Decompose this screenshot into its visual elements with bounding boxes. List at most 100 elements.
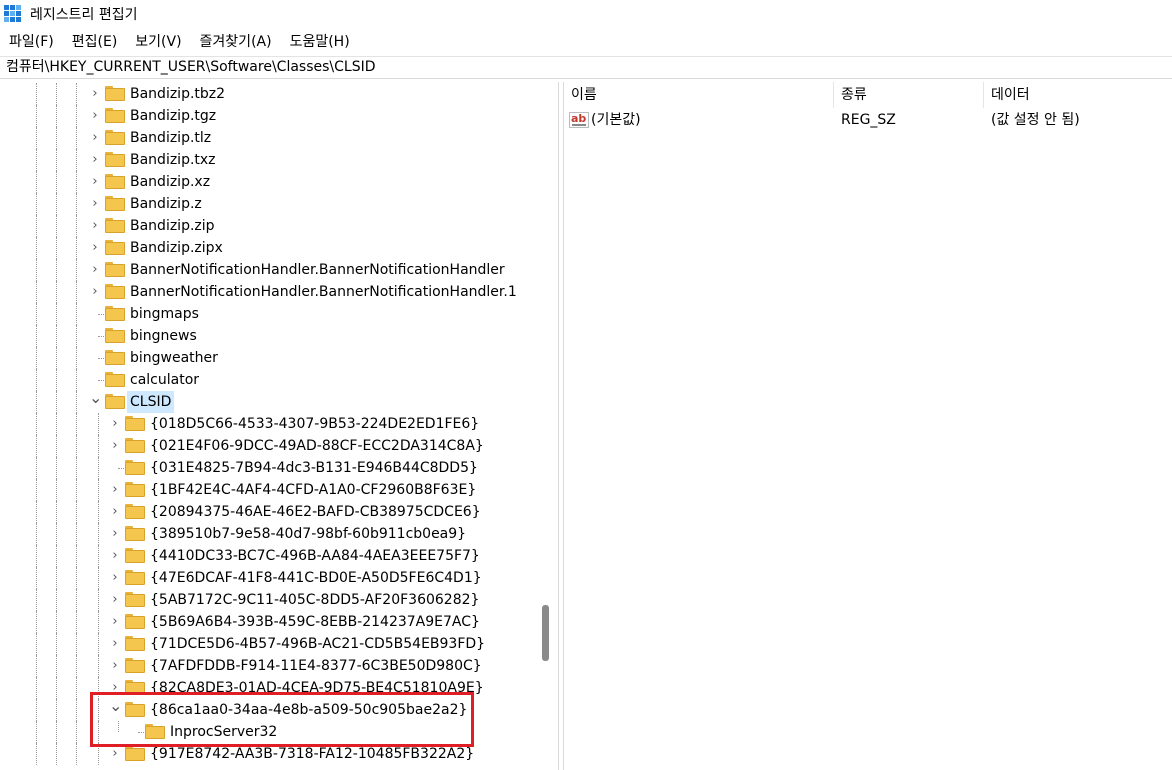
tree-item-label: Bandizip.zipx	[130, 240, 223, 256]
value-type: REG_SZ	[841, 112, 896, 128]
tree-item[interactable]: › {20894375-46AE-46E2-BAFD-CB38975CDCE6}	[0, 501, 540, 523]
tree-item-label: {018D5C66-4533-4307-9B53-224DE2ED1FE6}	[150, 416, 480, 432]
folder-icon	[125, 438, 145, 454]
tree-item[interactable]: › Bandizip.txz	[0, 149, 540, 171]
tree-item[interactable]: › Bandizip.tlz	[0, 127, 540, 149]
tree-item-label: {1BF42E4C-4AF4-4CFD-A1A0-CF2960B8F63E}	[150, 482, 477, 498]
menu-favorites[interactable]: 즐겨찾기(A)	[191, 30, 281, 54]
tree-item[interactable]: › Bandizip.z	[0, 193, 540, 215]
expand-chevron-icon[interactable]: ›	[109, 636, 121, 652]
value-data: (값 설정 안 됨)	[991, 112, 1080, 128]
tree-item[interactable]: calculator	[0, 369, 540, 391]
column-name[interactable]: 이름	[564, 82, 834, 108]
folder-icon	[105, 350, 125, 366]
folder-icon	[125, 526, 145, 542]
folder-icon	[105, 196, 125, 212]
expand-chevron-icon[interactable]: ›	[89, 284, 101, 300]
folder-icon	[105, 306, 125, 322]
folder-icon	[105, 240, 125, 256]
folder-icon	[125, 482, 145, 498]
tree-item[interactable]: › {021E4F06-9DCC-49AD-88CF-ECC2DA314C8A}	[0, 435, 540, 457]
folder-icon	[105, 284, 125, 300]
folder-icon	[125, 460, 145, 476]
expand-chevron-icon[interactable]: ›	[109, 526, 121, 542]
menu-view[interactable]: 보기(V)	[126, 30, 190, 54]
expand-chevron-icon[interactable]: ›	[89, 174, 101, 190]
folder-icon	[125, 658, 145, 674]
tree-item-label: BannerNotificationHandler.BannerNotifica…	[130, 262, 505, 278]
tree-item[interactable]: bingmaps	[0, 303, 540, 325]
expand-chevron-icon[interactable]: ›	[89, 86, 101, 102]
tree-item[interactable]: › {1BF42E4C-4AF4-4CFD-A1A0-CF2960B8F63E}	[0, 479, 540, 501]
folder-icon	[105, 394, 125, 410]
tree-item[interactable]: › {5AB7172C-9C11-405C-8DD5-AF20F3606282}	[0, 589, 540, 611]
expand-chevron-icon[interactable]: ›	[89, 218, 101, 234]
tree-item[interactable]: › {4410DC33-BC7C-496B-AA84-4AEA3EEE75F7}	[0, 545, 540, 567]
folder-icon	[125, 592, 145, 608]
folder-icon	[125, 614, 145, 630]
expand-chevron-icon[interactable]: ›	[109, 548, 121, 564]
tree-item[interactable]: bingweather	[0, 347, 540, 369]
tree-item[interactable]: › BannerNotificationHandler.BannerNotific…	[0, 281, 540, 303]
tree-item[interactable]: bingnews	[0, 325, 540, 347]
tree-item-label: {71DCE5D6-4B57-496B-AC21-CD5B54EB93FD}	[150, 636, 486, 652]
tree-item[interactable]: › {389510b7-9e58-40d7-98bf-60b911cb0ea9}	[0, 523, 540, 545]
tree-item-label: {5B69A6B4-393B-459C-8EBB-214237A9E7AC}	[150, 614, 480, 630]
tree-item-label: Bandizip.tlz	[130, 130, 212, 146]
tree-scrollbar[interactable]	[538, 82, 556, 770]
tree-item-label: CLSID	[127, 391, 175, 413]
expand-chevron-icon[interactable]: ›	[109, 482, 121, 498]
expand-chevron-icon[interactable]: ›	[109, 658, 121, 674]
tree-item-label: Bandizip.tgz	[130, 108, 217, 124]
tree-item[interactable]: › {5B69A6B4-393B-459C-8EBB-214237A9E7AC}	[0, 611, 540, 633]
tree-item-label: {4410DC33-BC7C-496B-AA84-4AEA3EEE75F7}	[150, 548, 480, 564]
menu-edit[interactable]: 편집(E)	[63, 30, 127, 54]
expand-chevron-icon[interactable]: ›	[89, 152, 101, 168]
list-row[interactable]: ab (기본값) REG_SZ (값 설정 안 됨)	[564, 108, 1172, 132]
tree-item[interactable]: › Bandizip.zipx	[0, 237, 540, 259]
column-data[interactable]: 데이터	[984, 82, 1172, 108]
tree-item[interactable]: › Bandizip.zip	[0, 215, 540, 237]
value-name: (기본값)	[591, 112, 641, 128]
expand-chevron-icon[interactable]: ›	[109, 614, 121, 630]
address-bar[interactable]: 컴퓨터\HKEY_CURRENT_USER\Software\Classes\C…	[0, 56, 1172, 79]
expand-chevron-icon[interactable]: ›	[109, 438, 121, 454]
tree-item[interactable]: › BannerNotificationHandler.BannerNotific…	[0, 259, 540, 281]
tree-scrollbar-thumb[interactable]	[542, 605, 549, 661]
column-type[interactable]: 종류	[834, 82, 984, 108]
collapse-chevron-icon[interactable]: ⌄	[89, 390, 102, 406]
expand-chevron-icon[interactable]: ›	[89, 108, 101, 124]
expand-chevron-icon[interactable]: ›	[89, 262, 101, 278]
tree-item[interactable]: › Bandizip.xz	[0, 171, 540, 193]
expand-chevron-icon[interactable]: ›	[89, 130, 101, 146]
tree-item[interactable]: › {018D5C66-4533-4307-9B53-224DE2ED1FE6}	[0, 413, 540, 435]
string-value-icon: ab	[569, 112, 589, 128]
expand-chevron-icon[interactable]: ›	[89, 240, 101, 256]
tree-item[interactable]: › Bandizip.tgz	[0, 105, 540, 127]
tree-item[interactable]: › {47E6DCAF-41F8-441C-BD0E-A50D5FE6C4D1}	[0, 567, 540, 589]
menu-file[interactable]: 파일(F)	[0, 30, 63, 54]
tree-item[interactable]: › {71DCE5D6-4B57-496B-AC21-CD5B54EB93FD}	[0, 633, 540, 655]
folder-icon	[125, 636, 145, 652]
tree-item-label: Bandizip.zip	[130, 218, 215, 234]
highlight-box	[90, 692, 474, 747]
expand-chevron-icon[interactable]: ›	[109, 746, 121, 762]
tree-item-label: Bandizip.tbz2	[130, 86, 226, 102]
title-bar: 레지스트리 편집기	[0, 0, 1172, 28]
folder-icon	[125, 570, 145, 586]
expand-chevron-icon[interactable]: ›	[109, 592, 121, 608]
tree-item-label: bingmaps	[130, 306, 199, 322]
tree-item[interactable]: ⌄ CLSID	[0, 390, 540, 413]
folder-icon	[125, 416, 145, 432]
expand-chevron-icon[interactable]: ›	[109, 570, 121, 586]
menu-help[interactable]: 도움말(H)	[281, 30, 359, 54]
tree-item-label: {47E6DCAF-41F8-441C-BD0E-A50D5FE6C4D1}	[150, 570, 482, 586]
expand-chevron-icon[interactable]: ›	[89, 196, 101, 212]
tree-item[interactable]: › {7AFDFDDB-F914-11E4-8377-6C3BE50D980C}	[0, 655, 540, 677]
tree-item[interactable]: {031E4825-7B94-4dc3-B131-E946B44C8DD5}	[0, 457, 540, 479]
tree-item-label: Bandizip.txz	[130, 152, 216, 168]
expand-chevron-icon[interactable]: ›	[109, 416, 121, 432]
expand-chevron-icon[interactable]: ›	[109, 504, 121, 520]
tree-item[interactable]: › Bandizip.tbz2	[0, 83, 540, 105]
folder-icon	[105, 262, 125, 278]
